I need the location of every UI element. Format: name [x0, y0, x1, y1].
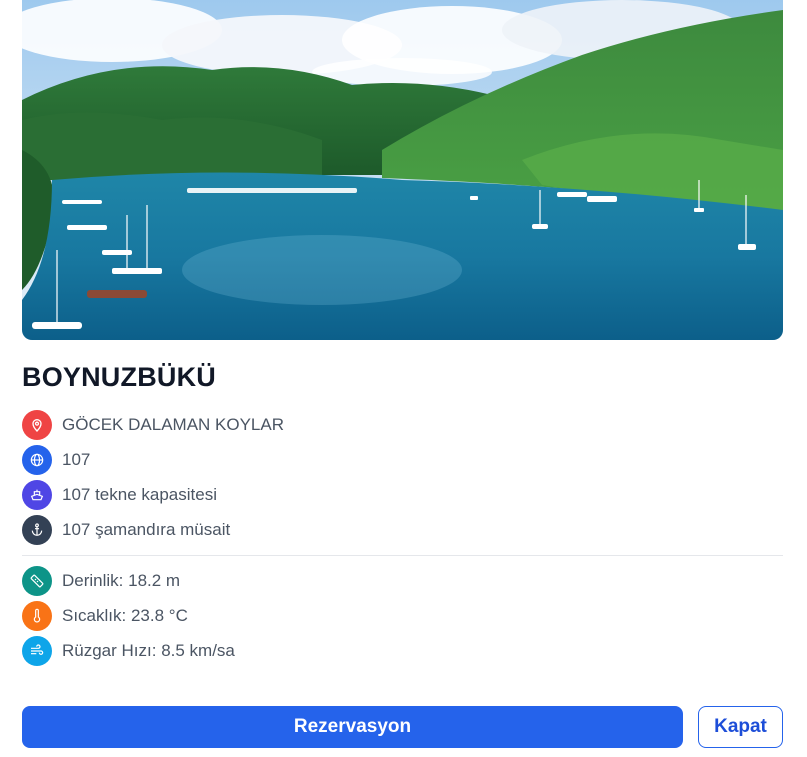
location-row: GÖCEK DALAMAN KOYLAR [22, 410, 284, 440]
temperature-row: Sıcaklık: 23.8 °C [22, 601, 188, 631]
capacity-text: 107 tekne kapasitesi [62, 485, 217, 504]
buoy-row: 107 şamandıra müsait [22, 515, 230, 545]
divider [22, 555, 783, 556]
globe-icon [22, 445, 52, 475]
ship-icon [22, 480, 52, 510]
id-row: 107 [22, 445, 90, 475]
bay-detail-card: BOYNUZBÜKÜ GÖCEK DALAMAN KOYLAR 107 107 … [0, 0, 807, 757]
wind-text: Rüzgar Hızı: 8.5 km/sa [62, 641, 235, 660]
close-button[interactable]: Kapat [698, 706, 783, 748]
temperature-text: Sıcaklık: 23.8 °C [62, 606, 188, 625]
location-pin-icon [22, 410, 52, 440]
reservation-button[interactable]: Rezervasyon [22, 706, 683, 748]
wind-row: Rüzgar Hızı: 8.5 km/sa [22, 636, 235, 666]
ruler-icon [22, 566, 52, 596]
id-text: 107 [62, 450, 91, 469]
bay-title: BOYNUZBÜKÜ [22, 362, 216, 392]
buoy-text: 107 şamandıra müsait [62, 520, 231, 539]
location-text: GÖCEK DALAMAN KOYLAR [62, 415, 285, 434]
capacity-row: 107 tekne kapasitesi [22, 480, 217, 510]
thermometer-icon [22, 601, 52, 631]
wind-icon [22, 636, 52, 666]
depth-text: Derinlik: 18.2 m [62, 571, 181, 590]
depth-row: Derinlik: 18.2 m [22, 566, 180, 596]
bay-photo [22, 0, 783, 340]
anchor-icon [22, 515, 52, 545]
